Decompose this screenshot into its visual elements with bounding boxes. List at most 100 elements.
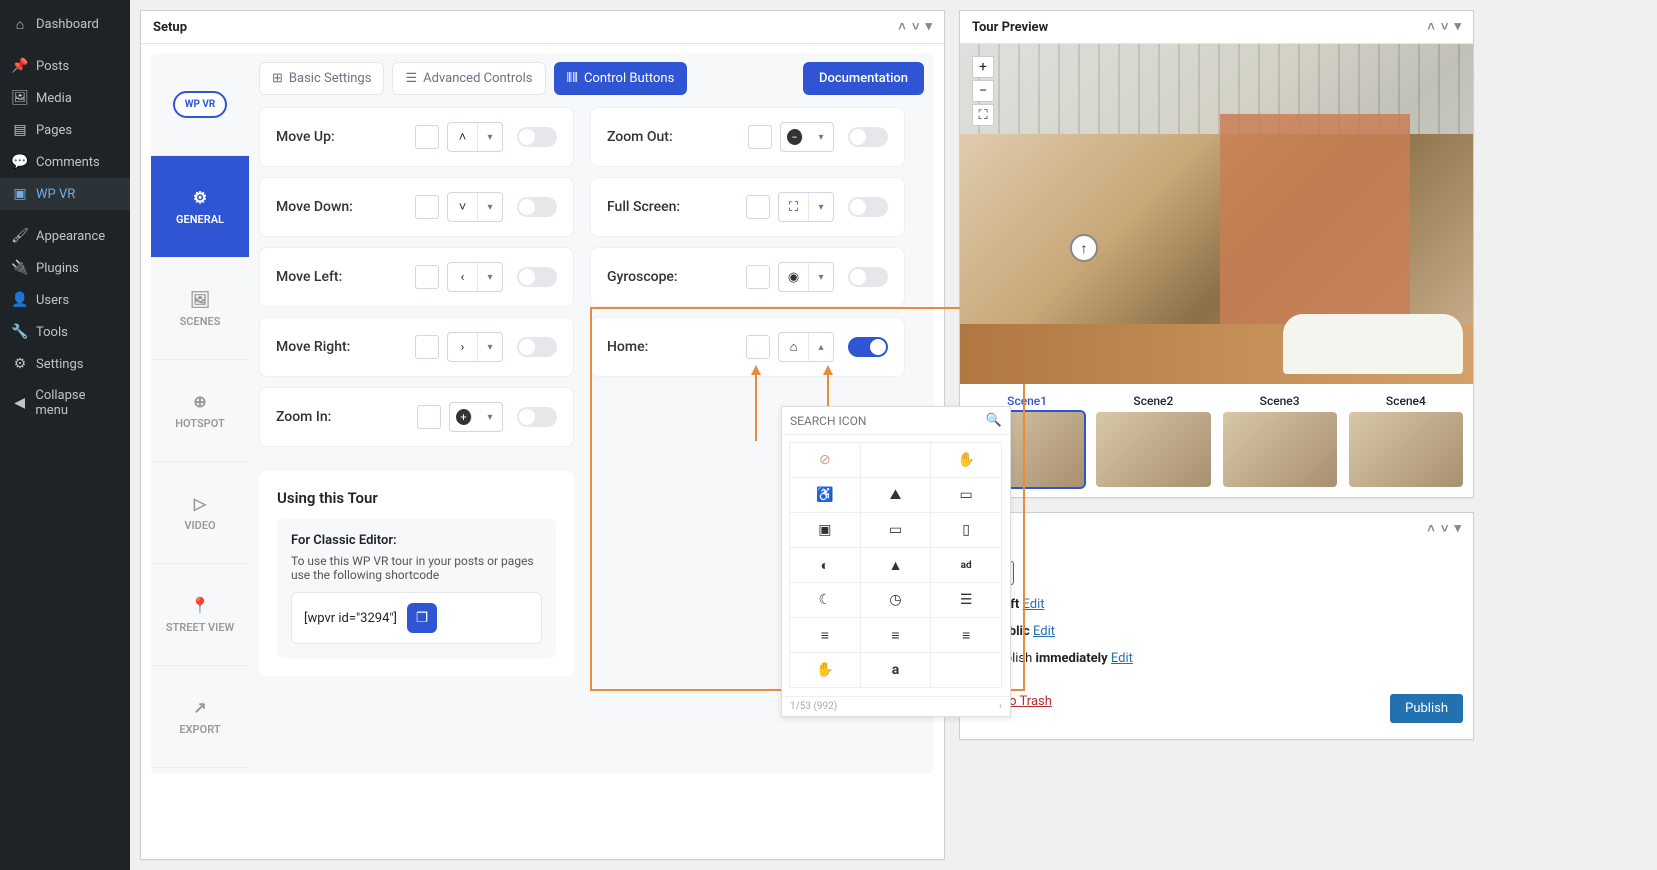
toggle[interactable] — [517, 407, 557, 427]
tab-basic-settings[interactable]: ⊞Basic Settings — [259, 62, 384, 95]
icon-selector[interactable]: ˄▾ — [447, 122, 503, 152]
icon-selector[interactable]: ◉▾ — [778, 262, 834, 292]
icon-selector[interactable]: ›▾ — [447, 332, 503, 362]
icon-selector[interactable]: −▾ — [780, 122, 834, 152]
menu-users[interactable]: 👤Users — [0, 284, 130, 316]
toggle[interactable] — [517, 197, 557, 217]
menu-appearance[interactable]: 🖌Appearance — [0, 220, 130, 252]
menu-pages[interactable]: ▤Pages — [0, 114, 130, 146]
documentation-button[interactable]: Documentation — [803, 62, 924, 95]
hotspot-marker[interactable]: ↑ — [1070, 234, 1098, 262]
menu-label: Users — [36, 293, 69, 308]
picker-icon[interactable] — [930, 652, 1002, 688]
menu-posts[interactable]: 📌Posts — [0, 50, 130, 82]
toggle[interactable] — [517, 337, 557, 357]
edit-schedule-link[interactable]: Edit — [1111, 651, 1133, 666]
picker-icon[interactable]: ♿ — [789, 477, 861, 513]
caret-icon[interactable]: ▾ — [925, 19, 932, 35]
picker-icon[interactable]: ☰ — [930, 582, 1002, 618]
pager-next[interactable]: › — [999, 701, 1002, 712]
toggle[interactable] — [517, 127, 557, 147]
video-icon: ▷ — [194, 494, 206, 513]
search-input[interactable] — [790, 414, 986, 428]
toggle[interactable] — [848, 267, 888, 287]
picker-icon[interactable]: ▯ — [930, 512, 1002, 548]
picker-icon[interactable]: a — [860, 652, 932, 688]
picker-icon[interactable] — [860, 442, 932, 478]
color-picker[interactable] — [415, 335, 439, 359]
zoom-in-button[interactable]: + — [972, 56, 994, 78]
picker-icon[interactable]: ▣ — [789, 512, 861, 548]
picker-icon[interactable]: ◐ — [789, 547, 861, 583]
chevron-up-icon[interactable]: ˄ — [898, 19, 906, 35]
home-icon: ⌂ — [779, 333, 809, 361]
icon-selector[interactable]: ˅▾ — [447, 192, 503, 222]
picker-icon[interactable]: ▭ — [930, 477, 1002, 513]
color-picker[interactable] — [415, 125, 439, 149]
zoom-out-button[interactable]: − — [972, 80, 994, 102]
chevron-down-icon[interactable]: ˅ — [1441, 19, 1449, 35]
picker-icon[interactable]: ✋ — [789, 652, 861, 688]
edit-visibility-link[interactable]: Edit — [1033, 624, 1055, 639]
tab-scenes[interactable]: 🖼 SCENES — [151, 258, 249, 360]
color-picker[interactable] — [748, 125, 772, 149]
icon-selector[interactable]: ⛶▾ — [778, 192, 834, 222]
picker-icon[interactable]: ▲ — [860, 547, 932, 583]
scene-thumb[interactable]: Scene3 — [1223, 394, 1337, 487]
chevron-down-icon[interactable]: ˅ — [912, 19, 920, 35]
color-picker[interactable] — [417, 405, 441, 429]
tab-advanced-controls[interactable]: ☰Advanced Controls — [392, 62, 545, 95]
menu-tools[interactable]: 🔧Tools — [0, 316, 130, 348]
menu-label: Comments — [36, 155, 100, 170]
caret-icon[interactable]: ▾ — [1454, 19, 1461, 35]
picker-icon[interactable]: ≡ — [860, 617, 932, 653]
chevron-up-icon[interactable]: ˄ — [1427, 521, 1435, 537]
tab-export[interactable]: ↗ EXPORT — [151, 666, 249, 768]
tab-hotspot[interactable]: ⊕ HOTSPOT — [151, 360, 249, 462]
menu-dashboard[interactable]: ⌂Dashboard — [0, 8, 130, 40]
color-picker[interactable] — [746, 265, 770, 289]
picker-icon[interactable]: ≡ — [789, 617, 861, 653]
caret-icon[interactable]: ▾ — [1454, 521, 1461, 537]
picker-icon[interactable]: ▭ — [860, 512, 932, 548]
menu-label: Tools — [36, 325, 68, 340]
icon-selector[interactable]: +▾ — [449, 402, 503, 432]
chevron-down-icon[interactable]: ˅ — [1441, 521, 1449, 537]
tab-control-buttons[interactable]: ⦀⦀Control Buttons — [554, 62, 688, 95]
picker-icon[interactable]: ✋ — [930, 442, 1002, 478]
fullscreen-button[interactable]: ⛶ — [972, 104, 994, 126]
color-picker[interactable] — [746, 335, 770, 359]
toggle[interactable] — [848, 197, 888, 217]
toggle[interactable] — [517, 267, 557, 287]
tab-streetview[interactable]: 📍 STREET VIEW — [151, 564, 249, 666]
picker-icon[interactable]: ◷ — [860, 582, 932, 618]
color-picker[interactable] — [746, 195, 770, 219]
picker-icon[interactable]: ⛰ — [860, 477, 932, 513]
menu-media[interactable]: 🖼Media — [0, 82, 130, 114]
icon-selector[interactable]: ⌂▴ — [778, 332, 834, 362]
menu-wpvr[interactable]: ▣WP VR — [0, 178, 130, 210]
menu-collapse[interactable]: ◀Collapse menu — [0, 380, 130, 426]
color-picker[interactable] — [415, 265, 439, 289]
color-picker[interactable] — [415, 195, 439, 219]
copy-button[interactable]: ❐ — [407, 603, 437, 633]
toggle[interactable] — [848, 127, 888, 147]
tab-general[interactable]: ⚙ GENERAL — [151, 156, 249, 258]
scene-thumb[interactable]: Scene4 — [1349, 394, 1463, 487]
menu-settings[interactable]: ⚙Settings — [0, 348, 130, 380]
preview-viewport[interactable]: + − ⛶ ↑ — [960, 44, 1473, 384]
icon-selector[interactable]: ‹▾ — [447, 262, 503, 292]
menu-comments[interactable]: 💬Comments — [0, 146, 130, 178]
menu-plugins[interactable]: 🔌Plugins — [0, 252, 130, 284]
using-desc: To use this WP VR tour in your posts or … — [291, 554, 542, 582]
picker-icon[interactable]: ≡ — [930, 617, 1002, 653]
tab-video[interactable]: ▷ VIDEO — [151, 462, 249, 564]
chevron-up-icon[interactable]: ˄ — [1427, 19, 1435, 35]
picker-icon[interactable]: ad — [930, 547, 1002, 583]
toggle[interactable] — [848, 337, 888, 357]
scene-thumb[interactable]: Scene2 — [1096, 394, 1210, 487]
publish-button[interactable]: Publish — [1390, 694, 1463, 723]
picker-icon[interactable]: ☾ — [789, 582, 861, 618]
picker-icon-none[interactable]: ⊘ — [789, 442, 861, 478]
edit-status-link[interactable]: Edit — [1023, 597, 1045, 612]
